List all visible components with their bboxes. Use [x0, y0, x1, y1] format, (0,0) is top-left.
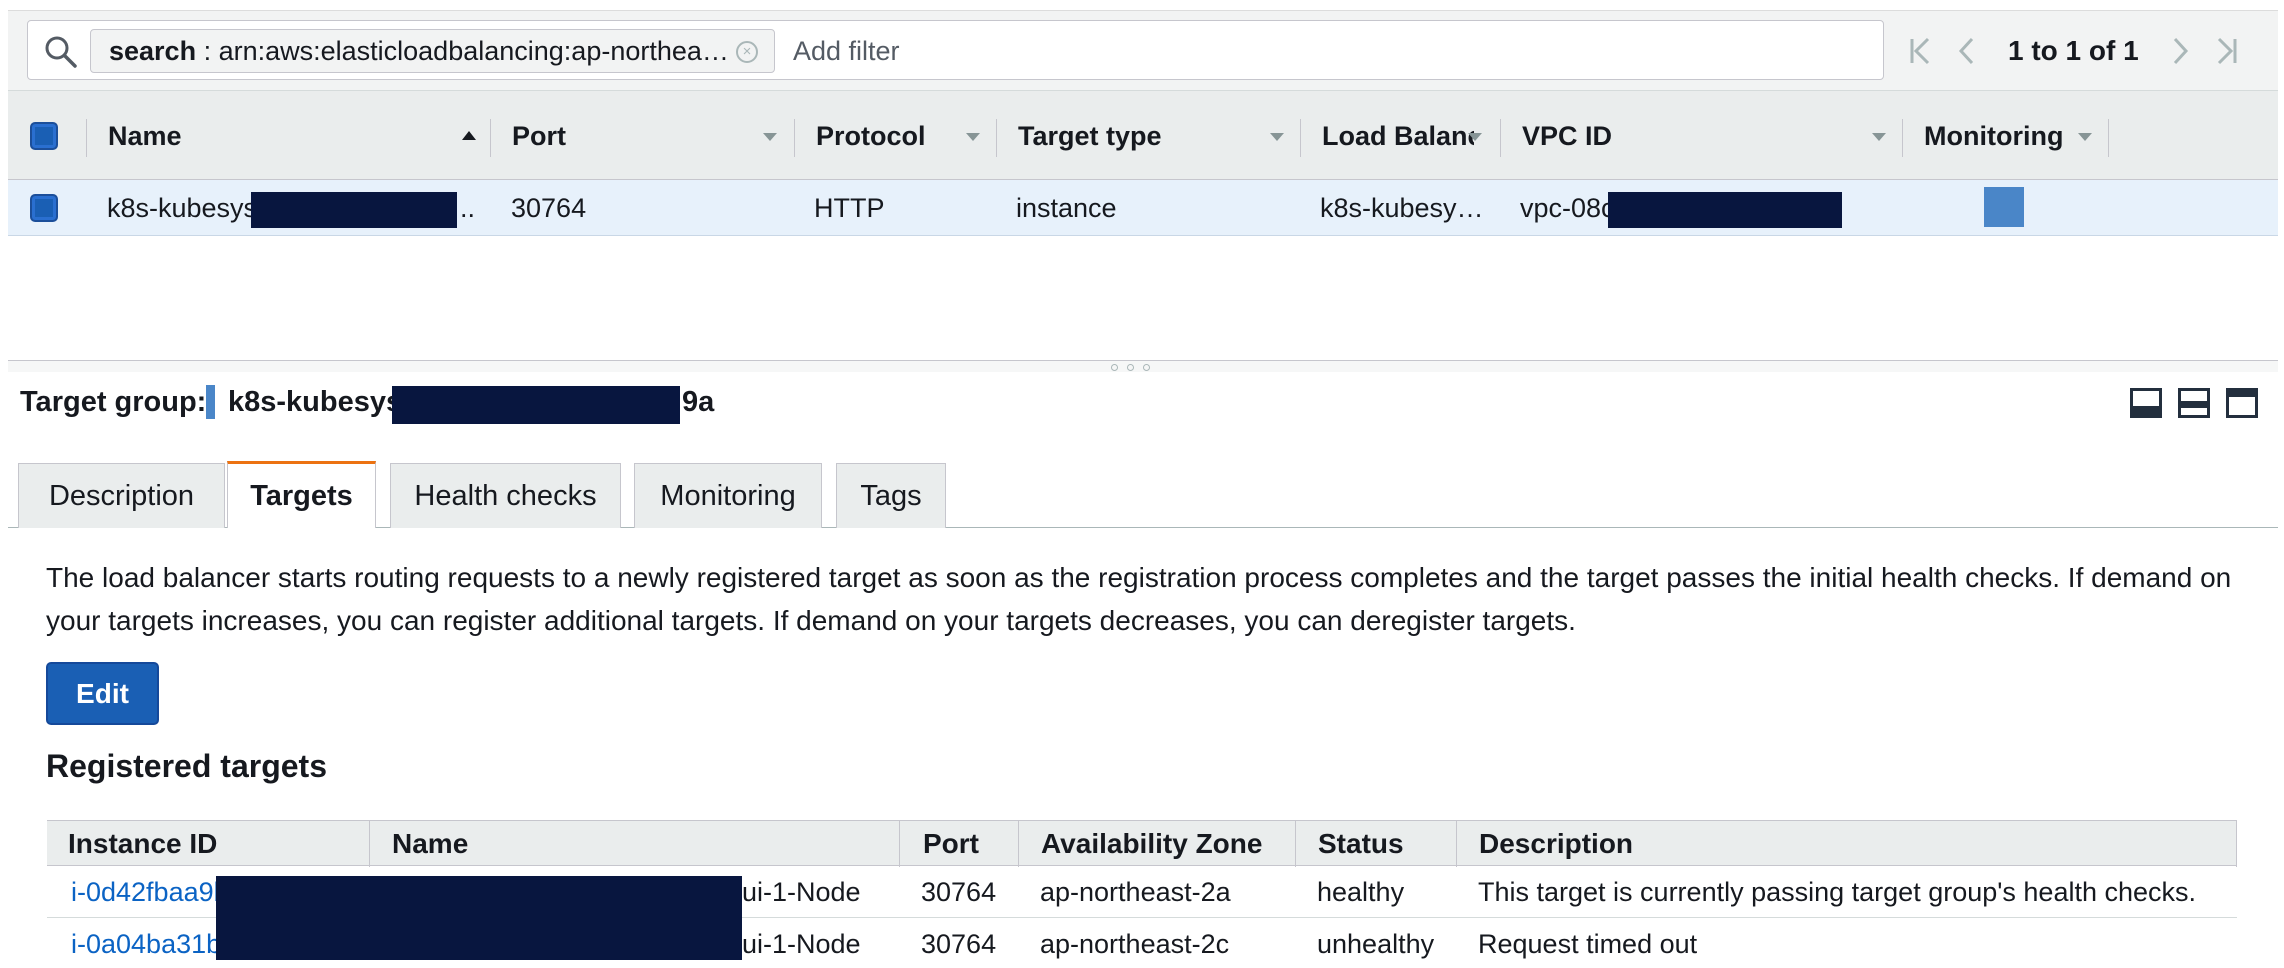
target-type-cell: instance [1016, 193, 1117, 223]
instance-id-link[interactable]: i-0a04ba31b [71, 918, 221, 968]
first-page-icon[interactable] [1898, 28, 1944, 74]
split-pane-divider[interactable] [8, 360, 2278, 372]
registered-targets-heading: Registered targets [46, 748, 327, 784]
tab-description[interactable]: Description [18, 463, 225, 528]
port-cell: 30764 [921, 877, 997, 907]
pagination: 1 to 1 of 1 [1898, 25, 2249, 77]
drag-handle-icon[interactable] [1127, 364, 1134, 371]
redaction-block [1608, 192, 1842, 228]
column-header-load-balancer[interactable]: Load Balancer [1322, 91, 1474, 181]
search-box[interactable]: search : arn:aws:elasticloadbalancing:ap… [27, 20, 1884, 80]
redaction-block [251, 192, 457, 228]
instance-name-cell: ui-1-Node [742, 929, 861, 959]
detail-target-group-name-suffix: 9a [682, 386, 715, 418]
table-row[interactable]: k8s-kubesys .. 30764 HTTP instance k8s-k… [8, 180, 2278, 236]
edit-button[interactable]: Edit [46, 662, 159, 725]
last-page-icon[interactable] [2203, 28, 2249, 74]
filter-bar: search : arn:aws:elasticloadbalancing:ap… [8, 10, 2278, 90]
select-all-checkbox[interactable] [30, 122, 58, 150]
description-cell: This target is currently passing target … [1478, 877, 2197, 907]
close-icon[interactable]: × [736, 41, 758, 63]
status-cell: healthy [1317, 877, 1405, 907]
search-icon [45, 36, 77, 68]
tab-monitoring[interactable]: Monitoring [634, 463, 822, 528]
add-filter-input[interactable] [793, 29, 1873, 73]
protocol-cell: HTTP [814, 193, 885, 223]
drag-handle-icon[interactable] [1143, 364, 1150, 371]
table-header: Name Port Protocol Target type Load Bala… [8, 90, 2278, 180]
tab-tags[interactable]: Tags [836, 463, 946, 528]
port-cell: 30764 [921, 929, 997, 959]
port-cell: 30764 [511, 193, 587, 223]
tab-targets[interactable]: Targets [227, 461, 376, 528]
column-header-availability-zone: Availability Zone [1041, 828, 1263, 859]
description-cell: Request timed out [1478, 929, 1698, 959]
name-ellipsis: .. [460, 193, 476, 223]
status-cell: unhealthy [1317, 929, 1435, 959]
load-balancer-cell: k8s-kubesy… [1320, 193, 1484, 223]
availability-zone-cell: ap-northeast-2c [1040, 929, 1230, 959]
token-value: : arn:aws:elasticloadbalancing:ap-northe… [196, 36, 729, 66]
column-header-port: Port [923, 828, 979, 859]
search-filter-token[interactable]: search : arn:aws:elasticloadbalancing:ap… [90, 29, 775, 73]
chevron-down-icon[interactable] [1872, 133, 1886, 141]
column-header-name[interactable]: Name [108, 91, 348, 181]
column-header-target-type[interactable]: Target type [1018, 91, 1268, 181]
monitoring-icon[interactable] [1984, 187, 2024, 227]
column-header-description: Description [1479, 828, 1634, 859]
token-key: search [109, 36, 197, 66]
tab-health-checks[interactable]: Health checks [390, 463, 621, 528]
redaction-block [216, 876, 742, 960]
layout-bottom-pane-icon[interactable] [2130, 388, 2162, 418]
registered-targets-header: Instance ID Name Port Availability Zone … [47, 820, 2237, 867]
chevron-down-icon[interactable] [763, 133, 777, 141]
column-header-port[interactable]: Port [512, 91, 692, 181]
drag-handle-icon[interactable] [1111, 364, 1118, 371]
availability-zone-cell: ap-northeast-2a [1040, 877, 1231, 907]
chevron-down-icon[interactable] [1270, 133, 1284, 141]
prev-page-icon[interactable] [1944, 28, 1990, 74]
row-checkbox[interactable] [30, 194, 58, 222]
column-header-name: Name [392, 828, 469, 859]
column-header-instance-id: Instance ID [68, 828, 218, 859]
target-group-name: k8s-kubesys [107, 193, 257, 223]
layout-top-pane-icon[interactable] [2226, 388, 2258, 418]
redaction-block [392, 386, 680, 424]
column-header-protocol[interactable]: Protocol [816, 91, 966, 181]
column-header-monitoring[interactable]: Monitoring [1924, 91, 2104, 181]
chevron-down-icon[interactable] [1468, 133, 1482, 141]
layout-split-pane-icon[interactable] [2178, 388, 2210, 418]
target-group-color-marker [206, 385, 215, 419]
sort-ascending-icon[interactable] [462, 131, 476, 140]
targets-intro-text: The load balancer starts routing request… [46, 562, 2232, 636]
instance-name-cell: ui-1-Node [742, 877, 861, 907]
chevron-down-icon[interactable] [2078, 133, 2092, 141]
chevron-down-icon[interactable] [966, 133, 980, 141]
column-header-vpc-id[interactable]: VPC ID [1522, 91, 1822, 181]
instance-id-link[interactable]: i-0d42fbaa9b [71, 866, 229, 918]
next-page-icon[interactable] [2157, 28, 2203, 74]
column-header-status: Status [1318, 828, 1404, 859]
page-indicator: 1 to 1 of 1 [2008, 35, 2139, 66]
detail-target-group-name: k8s-kubesys [228, 386, 403, 418]
detail-label: Target group: [20, 386, 207, 418]
